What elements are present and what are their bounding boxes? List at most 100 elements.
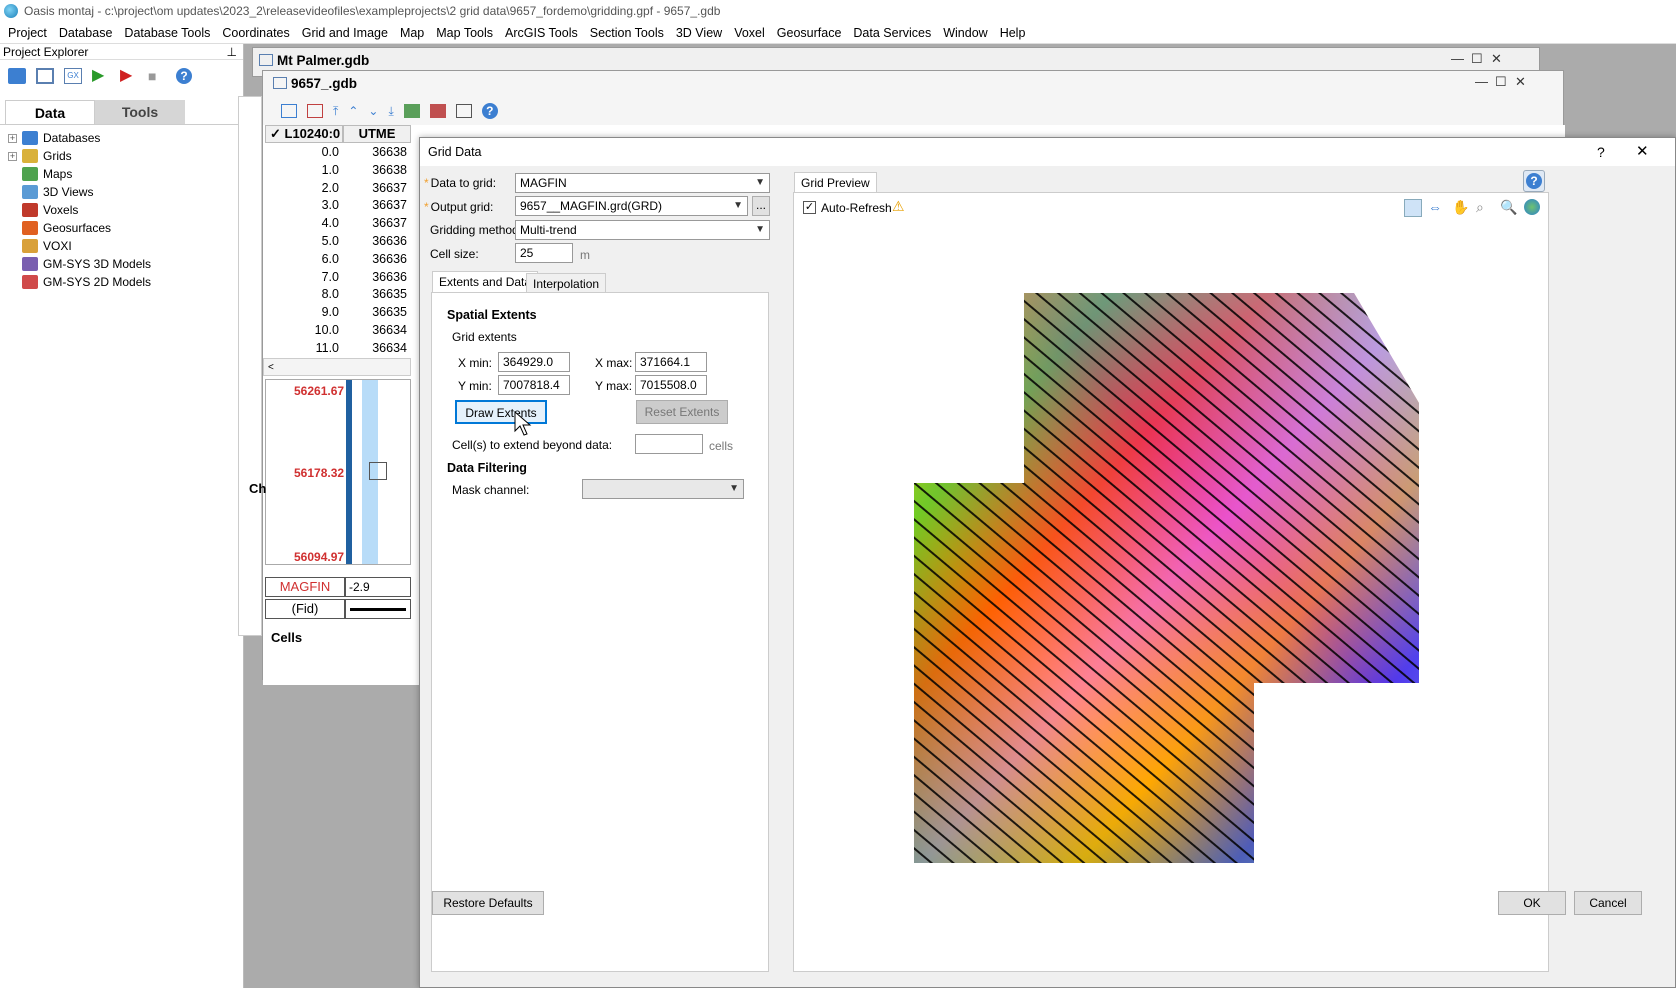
tree-item[interactable]: VOXI (0, 237, 243, 255)
zoom-icon[interactable]: 🔍 (1500, 199, 1518, 217)
horizontal-scrollbar[interactable]: < (263, 358, 411, 376)
preview-help-icon[interactable]: ? (1523, 170, 1545, 192)
utme-cell[interactable]: 36635 (343, 303, 411, 321)
mask-channel-select[interactable]: ▼ (582, 479, 744, 499)
output-grid-select[interactable]: 9657__MAGFIN.grd(GRD) ▼ (515, 196, 748, 216)
maximize-icon[interactable]: ☐ (1471, 51, 1483, 67)
prev-line-icon[interactable]: ⌃ (348, 104, 358, 118)
expand-icon[interactable]: + (8, 151, 17, 161)
menu-arcgis-tools[interactable]: ArcGIS Tools (499, 26, 584, 40)
utme-cell[interactable]: 36637 (343, 196, 411, 214)
auto-refresh-checkbox[interactable]: ✓ (803, 201, 816, 214)
tab-tools[interactable]: Tools (95, 100, 185, 124)
table-icon[interactable] (403, 104, 420, 118)
profile-cursor-box[interactable] (369, 462, 387, 480)
menu-coordinates[interactable]: Coordinates (216, 26, 295, 40)
fid-cell[interactable]: 11.0 (265, 339, 343, 357)
profile-panel[interactable]: 56261.67 56178.32 56094.97 (265, 379, 411, 565)
profile-icon[interactable] (455, 104, 472, 118)
menu-help[interactable]: Help (994, 26, 1032, 40)
grid-preview-image[interactable] (914, 283, 1434, 873)
data-to-grid-select[interactable]: MAGFIN ▼ (515, 173, 770, 193)
fid-cell[interactable]: 7.0 (265, 268, 343, 286)
utme-cell[interactable]: 36636 (343, 232, 411, 250)
utme-cell[interactable]: 36638 (343, 143, 411, 161)
menu-database-tools[interactable]: Database Tools (118, 26, 216, 40)
stop-icon[interactable]: ■ (148, 68, 166, 84)
menu-map[interactable]: Map (394, 26, 430, 40)
tree-item[interactable]: Maps (0, 165, 243, 183)
tree-item[interactable]: Voxels (0, 201, 243, 219)
ok-button[interactable]: OK (1498, 891, 1566, 915)
utme-cell[interactable]: 36637 (343, 214, 411, 232)
expand-icon[interactable]: + (8, 133, 17, 143)
run-all-icon[interactable]: ▶ (120, 68, 138, 84)
fid-cell[interactable]: 4.0 (265, 214, 343, 232)
utme-cell[interactable]: 36636 (343, 250, 411, 268)
scroll-left-icon[interactable]: < (264, 362, 274, 373)
menu-voxel[interactable]: Voxel (728, 26, 771, 40)
run-icon[interactable]: ▶ (92, 68, 110, 84)
zoom-extents-icon[interactable] (1404, 199, 1422, 217)
tree-item[interactable]: GM-SYS 3D Models (0, 255, 243, 273)
cell-size-input[interactable]: 25 (515, 243, 573, 263)
utme-cell[interactable]: 36637 (343, 179, 411, 197)
minimize-icon[interactable]: — (1451, 51, 1464, 66)
tab-data[interactable]: Data (5, 100, 95, 124)
line-header[interactable]: ✓ L10240:0 (265, 125, 343, 143)
chevron-down-icon[interactable]: ▼ (733, 197, 743, 215)
menu-3d-view[interactable]: 3D View (670, 26, 728, 40)
close-icon[interactable]: ✕ (1491, 51, 1502, 67)
fid-cell[interactable]: 9.0 (265, 303, 343, 321)
first-line-icon[interactable]: ⤒ (333, 104, 338, 119)
menu-data-services[interactable]: Data Services (847, 26, 937, 40)
ymax-input[interactable]: 7015508.0 (635, 375, 707, 395)
cells-beyond-input[interactable] (635, 434, 703, 454)
utme-cell[interactable]: 36634 (343, 321, 411, 339)
fid-cell[interactable]: 0.0 (265, 143, 343, 161)
menu-section-tools[interactable]: Section Tools (584, 26, 670, 40)
ymin-input[interactable]: 7007818.4 (498, 375, 570, 395)
utme-cell[interactable]: 36636 (343, 268, 411, 286)
close-icon[interactable]: ✕ (1515, 74, 1526, 90)
fid-cell[interactable]: 10.0 (265, 321, 343, 339)
cancel-button[interactable]: Cancel (1574, 891, 1642, 915)
pin-icon[interactable]: ⊥ (227, 44, 237, 59)
help-button[interactable]: ? (1597, 138, 1605, 166)
utme-header[interactable]: UTME (343, 125, 411, 143)
minimize-icon[interactable]: — (1475, 74, 1488, 89)
help-icon[interactable]: ? (481, 103, 498, 119)
utme-cell[interactable]: 36634 (343, 339, 411, 357)
open-project-icon[interactable] (8, 68, 26, 84)
menu-map-tools[interactable]: Map Tools (430, 26, 499, 40)
utme-cell[interactable]: 36638 (343, 161, 411, 179)
fit-width-icon[interactable]: ⇔ (1428, 199, 1446, 217)
reset-extents-button[interactable]: Reset Extents (636, 400, 728, 424)
pan-hand-icon[interactable]: ✋ (1452, 199, 1470, 217)
globe-icon[interactable] (1524, 199, 1540, 215)
fid-cell[interactable]: 5.0 (265, 232, 343, 250)
utme-cell[interactable]: 36635 (343, 285, 411, 303)
menu-window[interactable]: Window (937, 26, 993, 40)
browse-button[interactable]: ... (752, 196, 770, 216)
tree-item[interactable]: + Databases (0, 129, 243, 147)
tree-item[interactable]: GM-SYS 2D Models (0, 273, 243, 291)
fid-cell[interactable]: 8.0 (265, 285, 343, 303)
zoom-box-icon[interactable]: ⌕ (1476, 199, 1494, 217)
fid-cell[interactable]: 3.0 (265, 196, 343, 214)
fid-cell[interactable]: 2.0 (265, 179, 343, 197)
new-database-icon[interactable] (36, 68, 54, 84)
xmax-input[interactable]: 371664.1 (635, 352, 707, 372)
grid-table-icon[interactable] (429, 104, 446, 118)
next-line-icon[interactable]: ⌄ (368, 104, 378, 118)
chevron-down-icon[interactable]: ▼ (729, 480, 739, 498)
menu-geosurface[interactable]: Geosurface (771, 26, 848, 40)
xmin-input[interactable]: 364929.0 (498, 352, 570, 372)
tab-extents-and-data[interactable]: Extents and Data (432, 271, 539, 293)
restore-defaults-button[interactable]: Restore Defaults (432, 891, 544, 915)
grid-preview-tab[interactable]: Grid Preview (794, 172, 877, 193)
gridding-method-select[interactable]: Multi-trend ▼ (515, 220, 770, 240)
gx-icon[interactable]: GX (64, 68, 82, 84)
menu-project[interactable]: Project (2, 26, 53, 40)
tree-item[interactable]: 3D Views (0, 183, 243, 201)
